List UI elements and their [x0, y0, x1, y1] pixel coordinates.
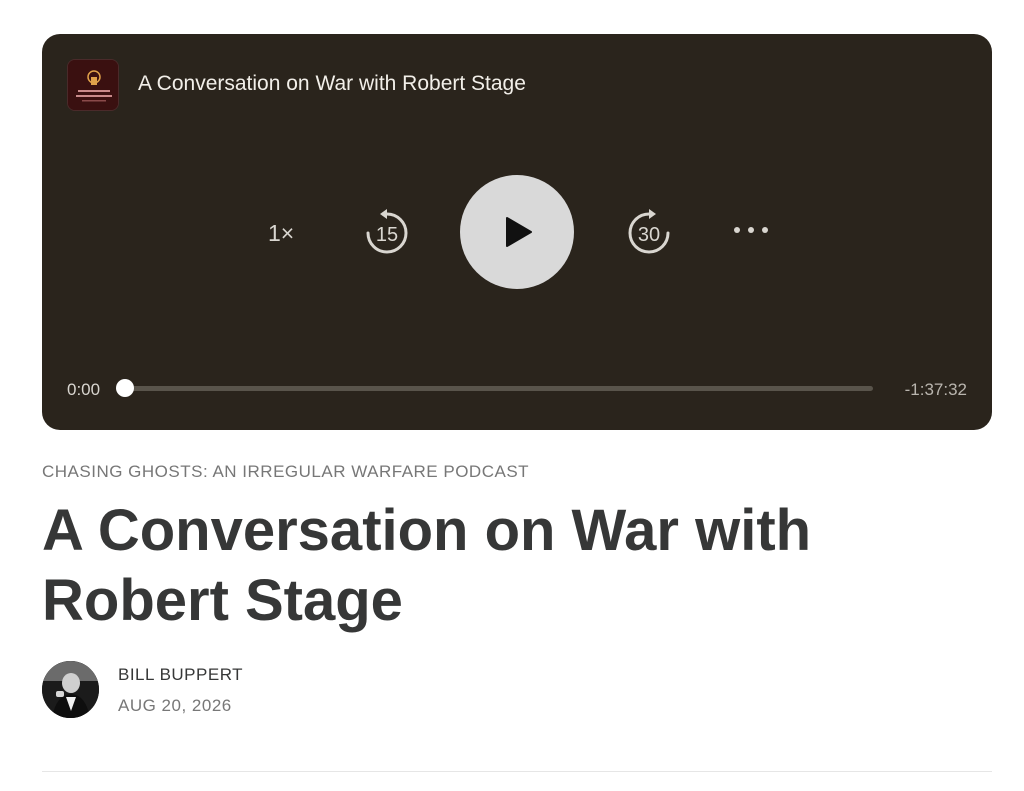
play-icon — [506, 217, 532, 247]
more-icon — [762, 227, 768, 233]
skip-back-label: 15 — [376, 224, 398, 246]
podcast-artwork — [67, 59, 119, 111]
fast-forward-icon: 30 — [628, 209, 670, 254]
audio-player: A Conversation on War with Robert Stage … — [42, 34, 992, 430]
current-time: 0:00 — [67, 380, 101, 399]
skip-forward-button[interactable]: 30 — [622, 206, 676, 260]
divider — [42, 771, 992, 772]
post-title: A Conversation on War with Robert Stage — [42, 498, 812, 633]
playback-speed-button[interactable]: 1× — [268, 220, 294, 247]
skip-back-button[interactable]: 15 — [360, 206, 414, 260]
rewind-icon: 15 — [366, 209, 408, 254]
more-icon — [748, 227, 754, 233]
author-avatar[interactable] — [42, 661, 99, 718]
podcast-name[interactable]: CHASING GHOSTS: AN IRREGULAR WARFARE POD… — [42, 462, 529, 482]
play-button[interactable] — [460, 175, 574, 289]
post-date: AUG 20, 2026 — [118, 696, 232, 715]
progress-bar[interactable] — [116, 379, 873, 397]
author-name[interactable]: BILL BUPPERT — [118, 665, 243, 685]
more-options-button[interactable] — [734, 220, 768, 240]
remaining-time: -1:37:32 — [904, 380, 967, 399]
episode-title: A Conversation on War with Robert Stage — [138, 72, 526, 95]
progress-thumb[interactable] — [116, 379, 134, 397]
skip-forward-label: 30 — [638, 224, 660, 246]
more-icon — [734, 227, 740, 233]
